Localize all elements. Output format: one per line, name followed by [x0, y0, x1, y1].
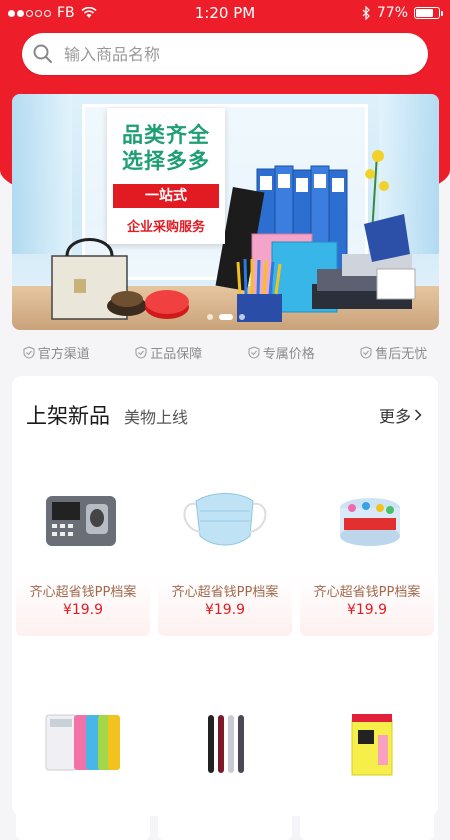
- section-title: 上架新品: [26, 404, 110, 428]
- banner-pagination[interactable]: [12, 314, 439, 320]
- more-link[interactable]: 更多: [379, 403, 422, 427]
- product-card[interactable]: 齐心超省钱PP档案 ¥19.9: [300, 456, 434, 636]
- product-card[interactable]: [16, 660, 150, 840]
- product-price: ¥19.9: [346, 602, 388, 618]
- battery-icon: [414, 7, 443, 19]
- guarantee-item: 官方渠道: [23, 340, 90, 364]
- guarantee-item: 正品保障: [135, 340, 202, 364]
- banner-promo-card: 品类齐全 选择多多 一站式 企业采购服务: [107, 108, 225, 244]
- banner-title-line2: 选择多多: [122, 149, 210, 173]
- guarantee-label: 专属价格: [262, 346, 315, 362]
- banner-dot[interactable]: [238, 314, 245, 320]
- battery-percent: 77%: [376, 5, 408, 21]
- search-icon: [33, 44, 52, 63]
- banner-title-line1: 品类齐全: [122, 123, 210, 147]
- product-name[interactable]: 齐心超省钱PP档案: [16, 581, 150, 600]
- guarantee-label: 售后无忧: [375, 346, 428, 362]
- banner-dot[interactable]: [206, 314, 213, 320]
- fingerprint-machine-icon: [46, 496, 116, 546]
- search-bar[interactable]: [22, 33, 428, 75]
- banner-dot-active[interactable]: [218, 314, 233, 320]
- guarantee-label: 官方渠道: [37, 346, 90, 362]
- product-card[interactable]: 齐心超省钱PP档案 ¥19.9: [16, 456, 150, 636]
- shield-check-icon: [248, 345, 260, 359]
- bluetooth-icon: [362, 6, 370, 20]
- product-price: ¥19.9: [204, 602, 246, 618]
- product-name[interactable]: 齐心超省钱PP档案: [300, 581, 434, 600]
- shield-check-icon: [135, 345, 147, 359]
- section-subtitle: 美物上线: [124, 408, 189, 427]
- calculator-icon: [45, 714, 120, 771]
- product-card[interactable]: 齐心超省钱PP档案 ¥19.9: [158, 456, 292, 636]
- service-guarantees: 官方渠道 正品保障 专属价格 售后无忧: [0, 340, 450, 364]
- guarantee-item: 售后无忧: [360, 340, 427, 364]
- face-mask-icon: [183, 493, 267, 546]
- chevron-right-icon: [414, 409, 422, 421]
- promo-banner[interactable]: 品类齐全 选择多多 一站式 企业采购服务: [12, 94, 439, 330]
- product-price: ¥19.9: [62, 602, 104, 618]
- guarantee-label: 正品保障: [150, 346, 203, 362]
- status-bar: FB 1:20 PM 77%: [0, 0, 450, 28]
- product-card[interactable]: [300, 660, 434, 840]
- shield-check-icon: [360, 345, 372, 359]
- more-label[interactable]: 更多: [379, 403, 411, 427]
- sticky-notes-icon: [351, 714, 393, 776]
- binder-clips-icon: [340, 498, 400, 546]
- banner-subtitle: 企业采购服务: [126, 220, 205, 235]
- guarantee-item: 专属价格: [248, 340, 315, 364]
- pens-icon: [208, 715, 244, 773]
- shield-check-icon: [23, 345, 35, 359]
- product-name[interactable]: 齐心超省钱PP档案: [158, 581, 292, 600]
- product-card[interactable]: [158, 660, 292, 840]
- search-input[interactable]: [62, 43, 396, 65]
- new-arrivals-section: 上架新品 美物上线 更多 齐心超省钱PP档案 ¥19.9 齐心超省钱PP档案 ¥…: [12, 376, 438, 840]
- banner-badge: 一站式: [113, 184, 219, 208]
- office-supplies-illustration: [51, 150, 416, 322]
